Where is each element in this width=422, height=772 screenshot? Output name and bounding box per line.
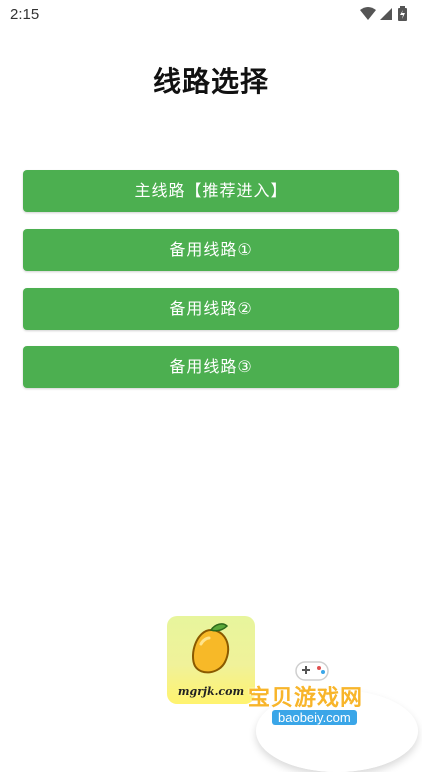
watermark: 宝贝游戏网 baobeiy.com	[240, 650, 418, 772]
backup-route-3-button[interactable]: 备用线路③	[23, 346, 399, 388]
watermark-url: baobeiy.com	[272, 710, 357, 725]
page-title: 线路选择	[152, 65, 269, 98]
backup-route-2-button[interactable]: 备用线路②	[23, 288, 399, 330]
status-bar: 2:15	[0, 0, 422, 30]
main-route-button[interactable]: 主线路【推荐进入】	[23, 170, 399, 212]
status-time: 2:15	[10, 6, 40, 23]
backup-route-1-button[interactable]: 备用线路①	[23, 229, 399, 271]
wifi-icon	[360, 7, 376, 20]
watermark-title: 宝贝游戏网	[248, 686, 364, 711]
status-icons	[360, 6, 410, 22]
signal-icon	[380, 8, 392, 20]
battery-charging-icon	[398, 6, 407, 21]
mango-icon	[192, 623, 230, 674]
